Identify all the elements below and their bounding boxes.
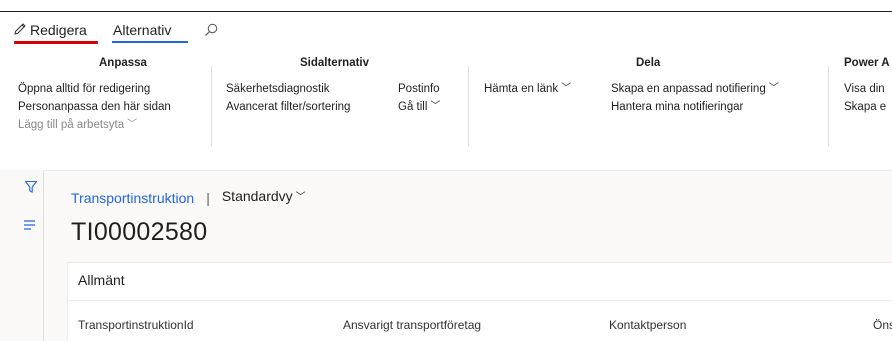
cmd-view-flows-label: Visa din — [844, 83, 885, 95]
page-title: TI00002580 — [71, 218, 208, 246]
top-border — [0, 11, 892, 12]
tab-redigera[interactable]: Redigera — [12, 20, 98, 46]
group-title-sidalternativ: Sidalternativ — [300, 57, 370, 69]
field-label-onskat: Öns — [873, 318, 892, 332]
cmd-record-info-label: Postinfo — [398, 83, 440, 95]
chevron-down-icon: ﹀ — [295, 192, 306, 203]
group-title-anpassa: Anpassa — [99, 57, 147, 69]
cmd-get-link[interactable]: Hämta en länk ﹀ — [484, 81, 571, 98]
filter-icon[interactable] — [24, 180, 38, 194]
cmd-create-notification[interactable]: Skapa en anpassad notifiering ﹀ — [611, 81, 779, 98]
breadcrumb: Transportinstruktion | Standardvy ﹀ — [71, 187, 306, 208]
cmd-get-link-label: Hämta en länk — [484, 83, 559, 95]
tab-redigera-label: Redigera — [30, 22, 87, 38]
search-icon[interactable] — [203, 22, 219, 38]
ribbon-tabs: Redigera Alternativ — [12, 20, 188, 46]
cmd-personalize-page[interactable]: Personanpassa den här sidan — [18, 99, 171, 115]
field-label-kontaktperson: Kontaktperson — [609, 318, 687, 332]
cmd-create-flow-label: Skapa e — [844, 101, 887, 113]
group-divider — [211, 66, 212, 146]
content-divider — [44, 170, 892, 171]
cmd-personalize-page-label: Personanpassa den här sidan — [18, 101, 171, 113]
tab-alternativ[interactable]: Alternativ — [112, 20, 188, 46]
ribbon-group-sidalternativ: Sidalternativ Säkerhetsdiagnostik Avance… — [226, 57, 466, 151]
chevron-down-icon: ﹀ — [768, 83, 779, 94]
cmd-add-to-workspace-label: Lägg till på arbetsyta — [18, 119, 125, 131]
cmd-record-info[interactable]: Postinfo — [398, 81, 440, 97]
section-header-allmant[interactable]: Allmänt — [78, 272, 125, 288]
ribbon-group-dela: Dela Skapa en anpassad notifiering ﹀ Hant… — [611, 57, 821, 151]
cmd-open-always-edit[interactable]: Öppna alltid för redigering — [18, 81, 150, 97]
cmd-view-flows[interactable]: Visa din — [844, 81, 885, 97]
pencil-icon — [14, 23, 26, 35]
field-label-transportinstruktionid: TransportinstruktionId — [78, 318, 194, 332]
cmd-advanced-filter-label: Avancerat filter/sortering — [226, 101, 351, 113]
field-label-ansvarigt-transportforetag: Ansvarigt transportföretag — [343, 318, 482, 332]
breadcrumb-separator: | — [206, 189, 210, 206]
ribbon-group-power-automate: Power A Visa din Skapa e — [844, 57, 892, 151]
group-divider — [468, 66, 469, 146]
chevron-down-icon: ﹀ — [561, 83, 572, 94]
cmd-advanced-filter[interactable]: Avancerat filter/sortering — [226, 99, 350, 115]
ribbon-group-link: Hämta en länk ﹀ — [484, 57, 604, 151]
view-selector-label: Standardvy — [221, 188, 293, 204]
cmd-manage-notifications-label: Hantera mina notifieringar — [611, 101, 744, 113]
group-title-power: Power A — [844, 57, 890, 69]
cmd-create-flow[interactable]: Skapa e — [844, 99, 886, 115]
cmd-security-diagnostics-label: Säkerhetsdiagnostik — [226, 83, 330, 95]
cmd-security-diagnostics[interactable]: Säkerhetsdiagnostik — [226, 81, 330, 97]
group-divider — [828, 66, 829, 146]
lines-icon[interactable] — [23, 219, 37, 231]
cmd-add-to-workspace[interactable]: Lägg till på arbetsyta ﹀ — [18, 117, 137, 134]
tab-alternativ-label: Alternativ — [113, 22, 172, 38]
left-rail — [0, 170, 44, 341]
chevron-down-icon: ﹀ — [127, 119, 138, 130]
cmd-go-to[interactable]: Gå till ﹀ — [398, 99, 440, 116]
section-divider — [68, 300, 892, 301]
chevron-down-icon: ﹀ — [430, 101, 441, 112]
cmd-go-to-label: Gå till — [398, 101, 428, 113]
cmd-open-always-edit-label: Öppna alltid för redigering — [18, 83, 151, 95]
view-selector[interactable]: Standardvy ﹀ — [222, 187, 306, 208]
ribbon-group-anpassa: Anpassa Öppna alltid för redigering Pers… — [12, 57, 212, 151]
cmd-manage-notifications[interactable]: Hantera mina notifieringar — [611, 99, 743, 115]
cmd-create-notification-label: Skapa en anpassad notifiering — [611, 83, 766, 95]
group-title-dela: Dela — [636, 57, 661, 69]
breadcrumb-link[interactable]: Transportinstruktion — [71, 189, 194, 207]
